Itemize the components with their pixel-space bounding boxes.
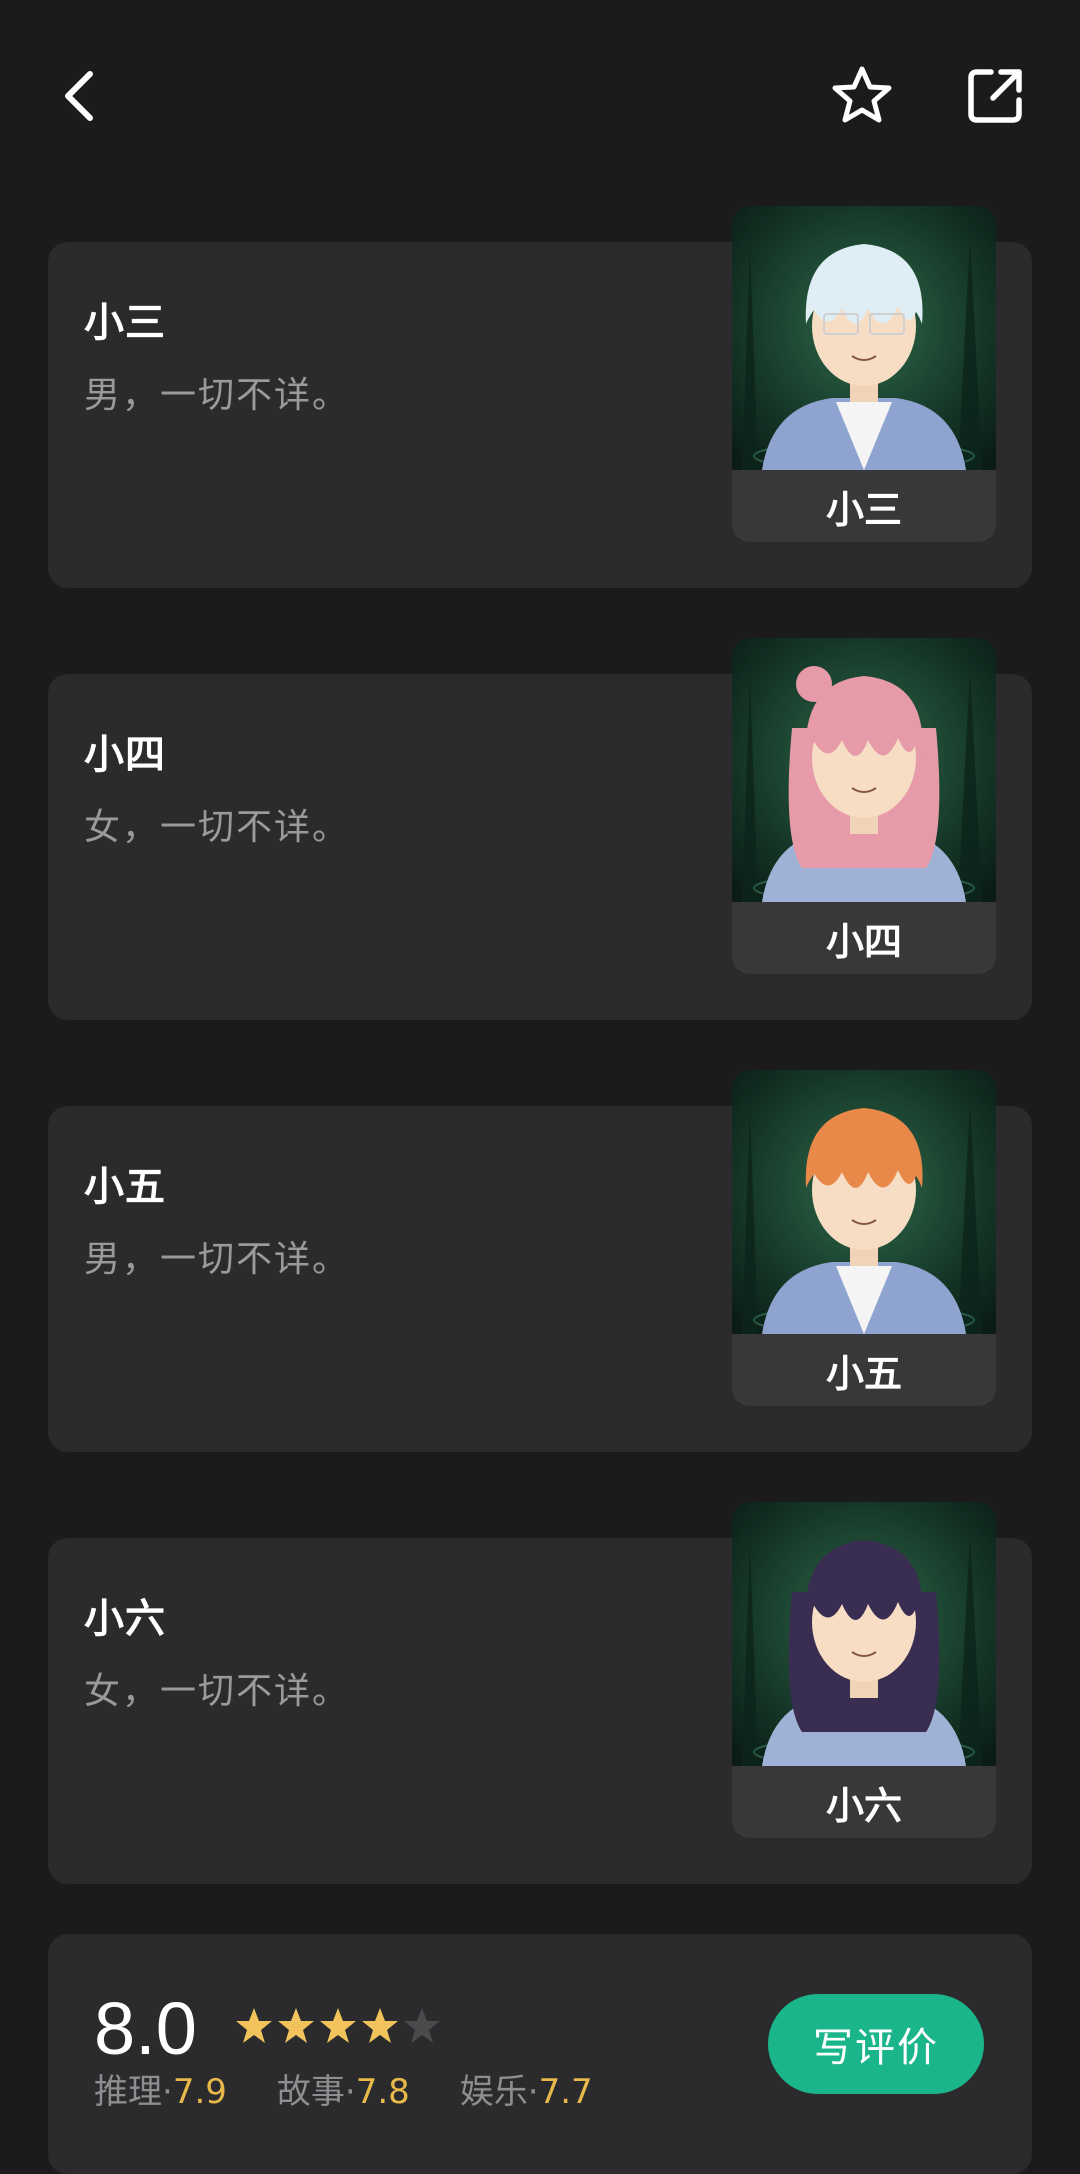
portrait-label: 小四 bbox=[825, 919, 902, 964]
star-filled-icon bbox=[320, 2008, 356, 2043]
sub-scores: 推理·7.9 故事·7.8 娱乐·7.7 bbox=[94, 2064, 593, 2113]
portrait-label: 小五 bbox=[825, 1351, 902, 1396]
sub-score-story: 故事·7.8 bbox=[276, 2072, 410, 2112]
role-description: 男，一切不详。 bbox=[84, 375, 351, 416]
role-portrait[interactable]: 小六 bbox=[732, 1502, 996, 1838]
role-name: 小五 bbox=[84, 1164, 166, 1210]
star-filled-icon bbox=[236, 2008, 272, 2043]
share-button[interactable] bbox=[955, 56, 1035, 136]
favorite-button[interactable] bbox=[822, 56, 902, 136]
chevron-left-icon bbox=[65, 71, 93, 121]
role-description: 男，一切不详。 bbox=[84, 1239, 351, 1280]
rating-card: 8.0 推理·7.9 故事·7.8 娱乐·7.7 写评价 bbox=[48, 1934, 1032, 2174]
write-review-button[interactable]: 写评价 bbox=[768, 1994, 984, 2094]
role-name: 小六 bbox=[84, 1596, 166, 1642]
role-description: 女，一切不详。 bbox=[84, 807, 351, 848]
portrait-image bbox=[732, 638, 996, 902]
role-portrait[interactable]: 小五 bbox=[732, 1070, 996, 1406]
sub-score-fun: 娱乐·7.7 bbox=[459, 2072, 593, 2112]
star-outline-icon bbox=[832, 66, 892, 123]
top-bar bbox=[0, 0, 1080, 190]
portrait-image bbox=[732, 206, 996, 470]
role-portrait[interactable]: 小四 bbox=[732, 638, 996, 974]
star-rating bbox=[234, 2006, 442, 2046]
back-button[interactable] bbox=[40, 56, 120, 136]
role-portrait[interactable]: 小三 bbox=[732, 206, 996, 542]
sub-score-reasoning: 推理·7.9 bbox=[94, 2072, 227, 2112]
star-filled-icon bbox=[278, 2008, 314, 2043]
star-empty-icon bbox=[404, 2008, 440, 2043]
overall-score: 8.0 bbox=[94, 1987, 197, 2070]
star-filled-icon bbox=[362, 2008, 398, 2043]
share-external-icon bbox=[968, 69, 1022, 123]
portrait-label: 小六 bbox=[825, 1783, 902, 1828]
role-name: 小三 bbox=[84, 300, 166, 346]
portrait-image bbox=[732, 1502, 996, 1766]
role-name: 小四 bbox=[84, 732, 166, 778]
role-description: 女，一切不详。 bbox=[84, 1671, 351, 1712]
portrait-image bbox=[732, 1070, 996, 1334]
portrait-label: 小三 bbox=[825, 487, 902, 532]
